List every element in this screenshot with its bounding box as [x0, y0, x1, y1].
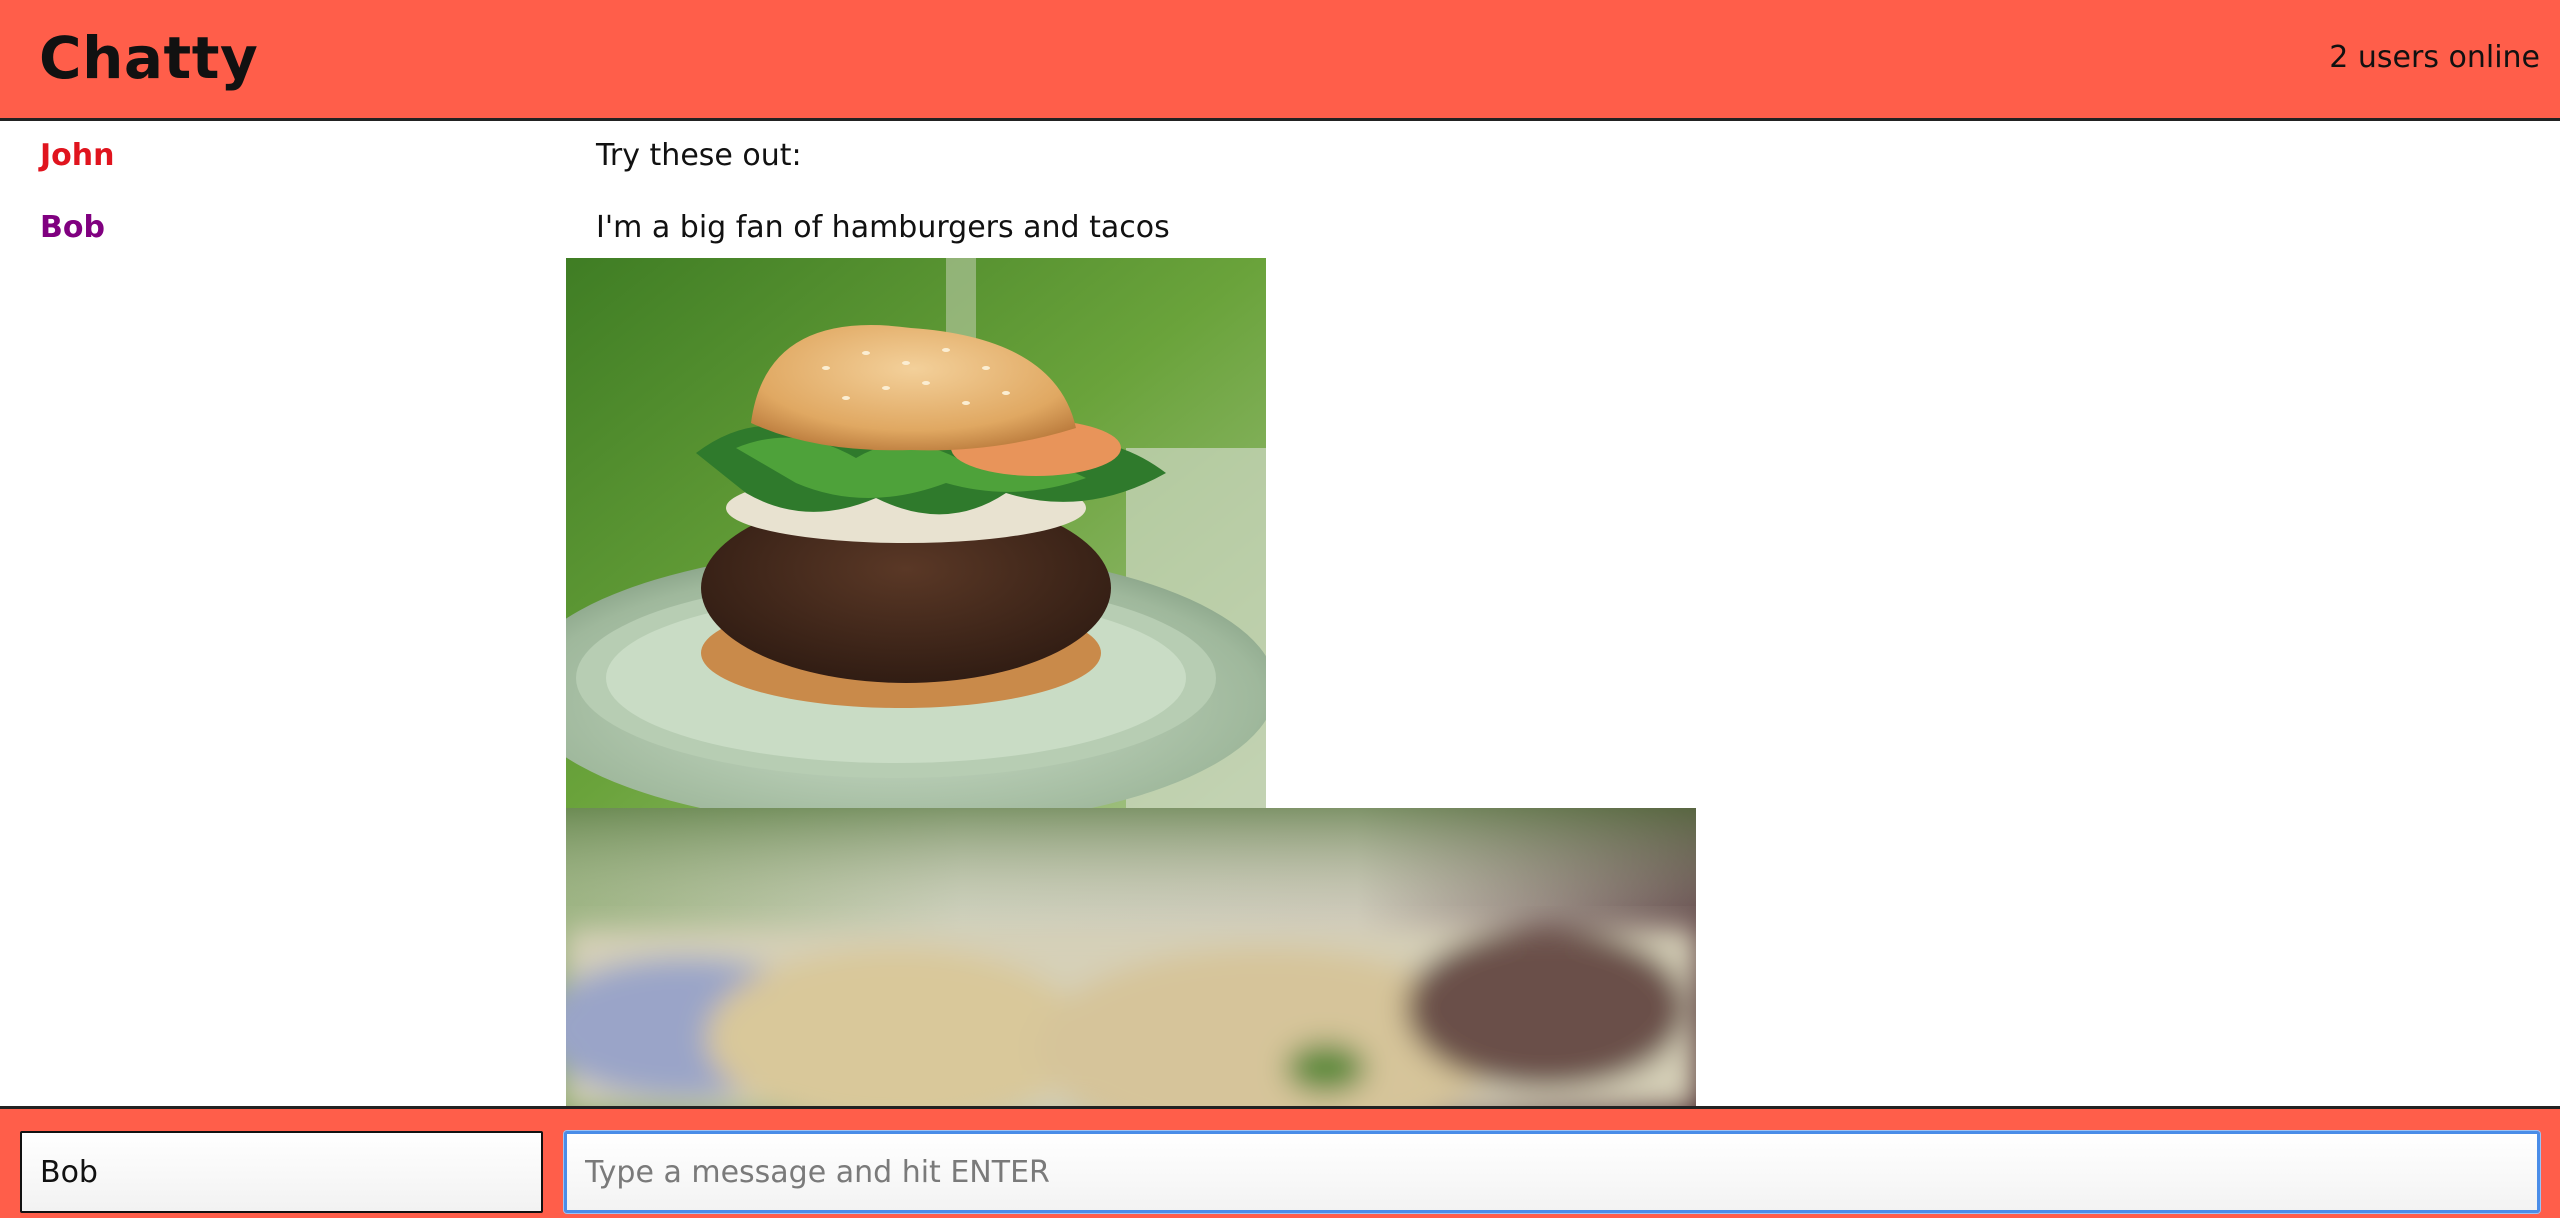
message-row: Bob I'm a big fan of hamburgers and taco… — [0, 196, 2560, 256]
navbar: Chatty 2 users online — [0, 0, 2560, 121]
tacos-image — [566, 808, 1696, 1108]
message-content: I'm a big fan of hamburgers and tacos — [596, 210, 1170, 245]
message-list[interactable]: John Try these out: Bob I'm a big fan of… — [0, 124, 2560, 1108]
message-input[interactable] — [564, 1131, 2540, 1213]
chatbar — [0, 1106, 2560, 1218]
message-username: John — [40, 138, 115, 173]
message-row: John Try these out: — [0, 124, 2560, 184]
username-input[interactable] — [20, 1131, 543, 1213]
message-username: Bob — [40, 210, 105, 245]
hamburger-image — [566, 258, 1266, 808]
message-content: Try these out: — [596, 138, 802, 173]
brand-logo[interactable]: Chatty — [39, 24, 258, 92]
users-online-count: 2 users online — [2329, 40, 2540, 75]
